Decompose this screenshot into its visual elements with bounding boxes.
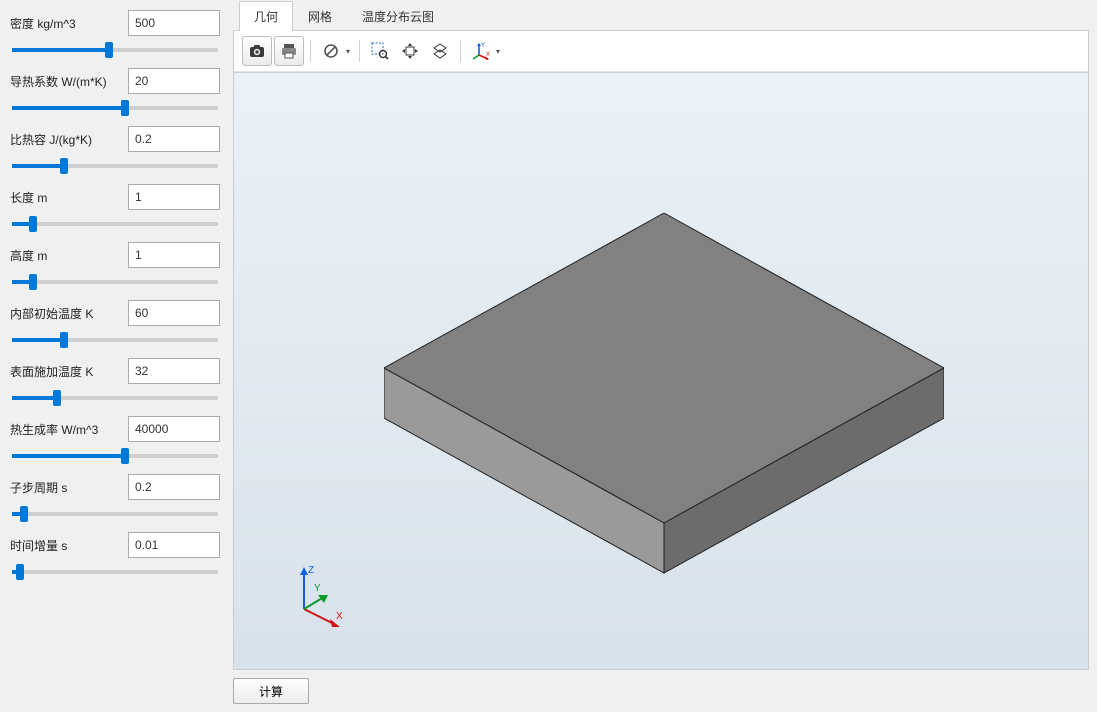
param-slider[interactable] [12,106,218,110]
axis-label-z: Z [308,565,314,576]
zoom-region-icon[interactable] [366,37,394,65]
param-label: 时间增量 s [10,537,67,554]
parameter-panel: 密度 kg/m^3 导热系数 W/(m*K) 比热容 J/(kg*K) 长度 m 高度 … [0,0,225,712]
tab[interactable]: 网格 [293,1,347,31]
param-row: 热生成率 W/m^3 [10,416,220,458]
param-slider[interactable] [12,570,218,574]
camera-icon[interactable] [242,36,272,66]
svg-text:X: X [486,52,490,58]
axis-label-y: Y [314,583,321,594]
viewport-toolbar: ▾ [234,31,1088,72]
3d-viewport[interactable]: Z X Y [234,72,1088,669]
param-slider[interactable] [12,48,218,52]
main-area: 几何网格温度分布云图 ▾ [225,0,1097,712]
param-input[interactable] [128,10,220,36]
param-input[interactable] [128,68,220,94]
param-input[interactable] [128,416,220,442]
axes-icon[interactable]: Y X [467,37,495,65]
param-label: 内部初始温度 K [10,305,93,322]
param-slider[interactable] [12,454,218,458]
param-row: 导热系数 W/(m*K) [10,68,220,110]
param-label: 比热容 J/(kg*K) [10,131,92,148]
param-input[interactable] [128,532,220,558]
param-row: 时间增量 s [10,532,220,574]
param-label: 子步周期 s [10,479,67,496]
param-slider[interactable] [12,222,218,226]
toolbar-separator [359,40,360,62]
param-input[interactable] [128,474,220,500]
param-slider[interactable] [12,338,218,342]
chevron-down-icon[interactable]: ▾ [343,47,353,56]
tab-panel-geometry: ▾ [233,30,1089,670]
param-row: 子步周期 s [10,474,220,516]
tab[interactable]: 几何 [239,1,293,31]
axis-gizmo: Z X Y [284,559,354,629]
pan-icon[interactable] [396,37,424,65]
param-label: 高度 m [10,247,47,264]
param-row: 长度 m [10,184,220,226]
param-label: 导热系数 W/(m*K) [10,73,107,90]
rotate-icon[interactable] [426,37,454,65]
param-row: 比热容 J/(kg*K) [10,126,220,168]
param-input[interactable] [128,358,220,384]
param-slider[interactable] [12,396,218,400]
param-slider[interactable] [12,164,218,168]
param-input[interactable] [128,184,220,210]
param-row: 高度 m [10,242,220,284]
param-label: 表面施加温度 K [10,363,93,380]
nosymbol-icon[interactable] [317,37,345,65]
geometry-box [384,213,944,623]
param-slider[interactable] [12,280,218,284]
print-icon[interactable] [274,36,304,66]
param-input[interactable] [128,242,220,268]
param-label: 热生成率 W/m^3 [10,421,98,438]
param-input[interactable] [128,126,220,152]
param-row: 表面施加温度 K [10,358,220,400]
param-label: 长度 m [10,189,47,206]
chevron-down-icon[interactable]: ▾ [493,47,503,56]
tab[interactable]: 温度分布云图 [347,1,449,31]
param-row: 密度 kg/m^3 [10,10,220,52]
svg-text:Y: Y [481,43,485,49]
toolbar-separator [460,40,461,62]
toolbar-separator [310,40,311,62]
tabbar: 几何网格温度分布云图 [233,0,1089,30]
param-label: 密度 kg/m^3 [10,15,76,32]
param-row: 内部初始温度 K [10,300,220,342]
param-input[interactable] [128,300,220,326]
axis-label-x: X [336,611,343,622]
param-slider[interactable] [12,512,218,516]
calculate-button[interactable]: 计算 [233,678,309,704]
